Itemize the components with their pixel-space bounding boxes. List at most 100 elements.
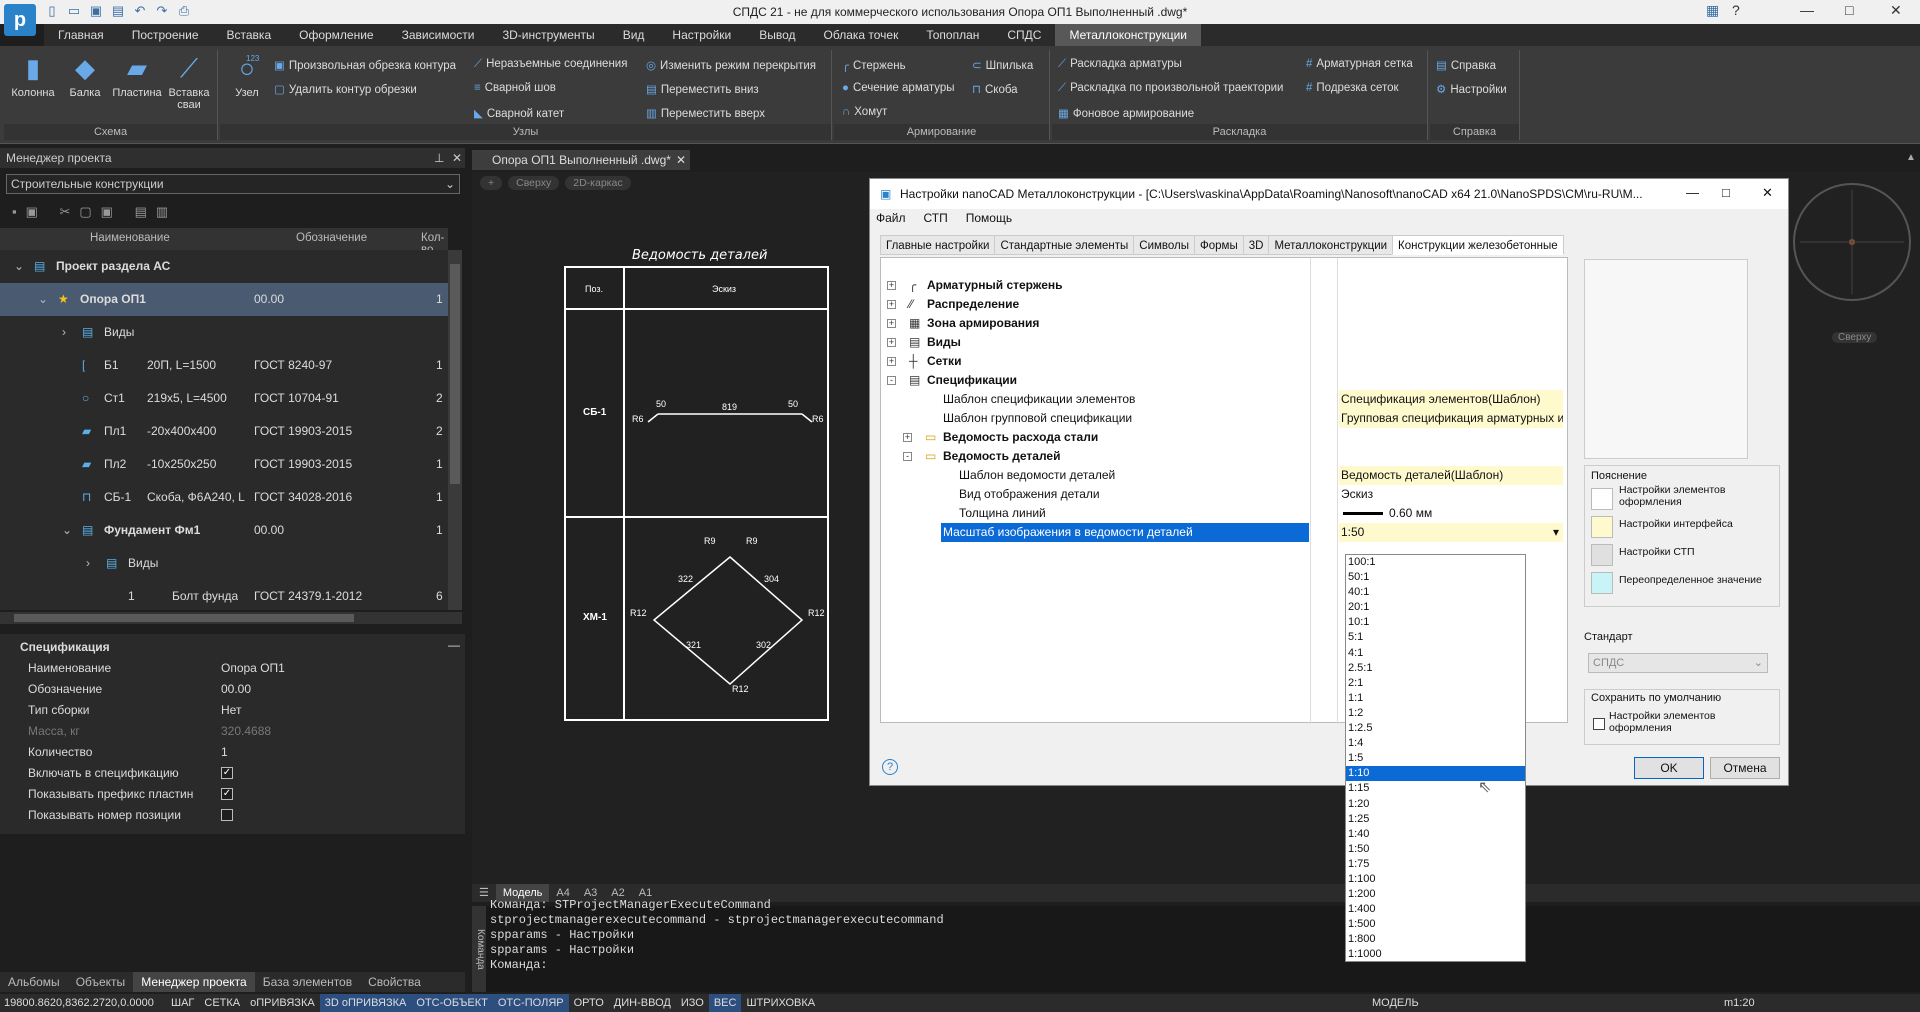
viewcube-label[interactable]: Сверху <box>1832 332 1878 343</box>
scale-option[interactable]: 1:4 <box>1346 736 1525 751</box>
expand-toggle-icon[interactable]: ⌄ <box>62 514 72 547</box>
scale-dropdown-list[interactable]: 100:1 50:1 40:1 20:1 10:1 5:1 4:1 2.5:1 2:1 1:1 1:… <box>1345 554 1526 962</box>
staple-button[interactable]: ⊓ Скоба <box>972 82 1018 96</box>
settings-button[interactable]: ⚙ Настройки <box>1436 82 1507 96</box>
scale-option[interactable]: 1:20 <box>1346 797 1525 812</box>
dialog-tab[interactable]: Формы <box>1194 235 1244 255</box>
panel-tab[interactable]: База элементов <box>255 972 360 992</box>
stirrup-button[interactable]: ∩ Хомут <box>842 106 887 118</box>
scale-option[interactable]: 1:5 <box>1346 751 1525 766</box>
expand-toggle-icon[interactable]: + <box>887 281 896 290</box>
scale-option[interactable]: 10:1 <box>1346 615 1525 630</box>
setting-row[interactable]: Шаблон ведомости деталей Ведомость детале… <box>881 466 1567 485</box>
tree-row[interactable]: › ▤ Виды <box>0 316 448 349</box>
tree-row[interactable]: › ▤ Виды <box>0 547 448 580</box>
expand-toggle-icon[interactable]: - <box>903 452 912 461</box>
scale-option[interactable]: 40:1 <box>1346 585 1525 600</box>
scale-option[interactable]: 1:15 <box>1346 781 1525 796</box>
status-toggle[interactable]: оПРИВЯЗКА <box>245 994 320 1012</box>
property-row[interactable]: Показывать номер позиции <box>0 805 465 826</box>
tree-row[interactable]: ⌄ ▤ Проект раздела АС <box>0 250 448 283</box>
setting-row[interactable]: Масштаб изображения в ведомости деталей 1… <box>881 523 1567 542</box>
dialog-tab[interactable]: Стандартные элементы <box>994 235 1135 255</box>
scale-option[interactable]: 1:500 <box>1346 917 1525 932</box>
dialog-menu-item[interactable]: Файл <box>876 211 906 225</box>
ribbon-tab[interactable]: Облака точек <box>810 24 913 46</box>
dialog-menu-item[interactable]: СТП <box>924 211 948 225</box>
expand-toggle-icon[interactable]: + <box>903 433 912 442</box>
weld-leg-button[interactable]: ◣ Сварной катет <box>474 106 564 120</box>
property-row[interactable]: Обозначение 00.00 <box>0 679 465 700</box>
setting-row[interactable]: + ⁄⁄ Распределение <box>881 295 1567 314</box>
project-toolbar[interactable]: ▪▣ ✂▢▣ ▤▥ <box>12 204 177 220</box>
ribbon-tab[interactable]: Металлоконструкции <box>1055 24 1201 46</box>
scale-option[interactable]: 4:1 <box>1346 646 1525 661</box>
property-row[interactable]: Показывать префикс пластин ✓ <box>0 784 465 805</box>
ribbon-tab[interactable]: Построение <box>118 24 213 46</box>
project-tree-hscrollbar[interactable] <box>0 612 462 624</box>
status-toggle[interactable]: ОРТО <box>569 994 609 1012</box>
expand-toggle-icon[interactable]: - <box>887 376 896 385</box>
ribbon-tab[interactable]: Зависимости <box>388 24 489 46</box>
expand-toggle-icon[interactable]: + <box>887 357 896 366</box>
column-button[interactable]: ▮ Колонна <box>8 52 58 99</box>
property-row[interactable]: Количество 1 <box>0 742 465 763</box>
scale-option[interactable]: 1:400 <box>1346 902 1525 917</box>
dialog-close-button[interactable]: ✕ <box>1762 185 1773 201</box>
ribbon-tab[interactable]: Настройки <box>658 24 745 46</box>
property-row[interactable]: Наименование Опора ОП1 <box>0 658 465 679</box>
setting-row[interactable]: Шаблон групповой спецификации Групповая с… <box>881 409 1567 428</box>
setting-row[interactable]: + ▦ Зона армирования <box>881 314 1567 333</box>
status-toggle[interactable]: ОТС-ОБЪЕКТ <box>411 994 493 1012</box>
tree-row[interactable]: ▰ Пл1 -20x400x400 ГОСТ 19903-2015 2 <box>0 415 448 448</box>
scale-option[interactable]: 1:2 <box>1346 706 1525 721</box>
move-down-button[interactable]: ▤ Переместить вниз <box>646 82 759 96</box>
expand-toggle-icon[interactable]: ⌄ <box>38 283 48 316</box>
scale-option[interactable]: 1:25 <box>1346 812 1525 827</box>
mesh-trim-button[interactable]: # Подрезка сеток <box>1306 82 1399 94</box>
status-toggle[interactable]: ДИН-ВВОД <box>609 994 676 1012</box>
weld-seam-button[interactable]: ≡ Сварной шов <box>474 82 556 94</box>
setting-value[interactable]: 0.60 мм <box>1339 504 1563 523</box>
setting-row[interactable]: Толщина линий 0.60 мм <box>881 504 1567 523</box>
panel-tab[interactable]: Менеджер проекта <box>133 972 255 992</box>
document-tab[interactable]: Опора ОП1 Выполненный .dwg* ✕ <box>472 150 690 170</box>
tabs-menu-icon[interactable]: ▲ <box>1906 152 1916 163</box>
scale-option[interactable]: 5:1 <box>1346 630 1525 645</box>
tree-row[interactable]: ⌄ ▤ Фундамент Фм1 00.00 1 <box>0 514 448 547</box>
setting-row[interactable]: - ▤ Спецификации <box>881 371 1567 390</box>
panel-tab[interactable]: Объекты <box>68 972 134 992</box>
dialog-tab[interactable]: Металлоконструкции <box>1268 235 1394 255</box>
scale-option[interactable]: 1:10 <box>1346 766 1525 782</box>
ok-button[interactable]: OK <box>1634 757 1704 779</box>
delete-trim-contour-button[interactable]: ▢ Удалить контур обрезки <box>274 82 417 96</box>
dialog-tab[interactable]: Главные настройки <box>880 235 996 255</box>
path-layout-button[interactable]: ⟋ Раскладка по произвольной траектории <box>1058 82 1283 95</box>
dialog-menu-item[interactable]: Помощь <box>966 211 1012 225</box>
status-toggle[interactable]: ВЕС <box>708 994 742 1012</box>
dialog-maximize-button[interactable]: □ <box>1722 185 1730 200</box>
model-space-indicator[interactable]: МОДЕЛЬ <box>1372 997 1419 1009</box>
cancel-button[interactable]: Отмена <box>1710 757 1780 779</box>
save-default-checkbox[interactable] <box>1593 718 1605 730</box>
ribbon-tab[interactable]: 3D-инструменты <box>488 24 608 46</box>
standard-select[interactable]: СПДС ⌄ <box>1588 653 1768 673</box>
pin-icon[interactable]: ⊥ <box>434 148 444 168</box>
move-up-button[interactable]: ▥ Переместить вверх <box>646 106 765 120</box>
expand-toggle-icon[interactable]: › <box>62 316 66 349</box>
tree-row[interactable]: [Б1 20П, L=1500 ГОСТ 8240-97 1 <box>0 349 448 382</box>
scale-option[interactable]: 2.5:1 <box>1346 661 1525 676</box>
ribbon-tab[interactable]: Топоплан <box>912 24 993 46</box>
expand-toggle-icon[interactable]: + <box>887 300 896 309</box>
scale-option[interactable]: 1:200 <box>1346 887 1525 902</box>
setting-row[interactable]: + ┼ Сетки <box>881 352 1567 371</box>
collapse-icon[interactable]: — <box>448 638 460 652</box>
tree-row[interactable]: ○ Ст1 219x5, L=4500 ГОСТ 10704-91 2 <box>0 382 448 415</box>
expand-toggle-icon[interactable]: + <box>887 338 896 347</box>
scale-option[interactable]: 1:100 <box>1346 872 1525 887</box>
tree-row[interactable]: ⊓ СБ-1 Скоба, Ф6А240, L ГОСТ 34028-2016 1 <box>0 481 448 514</box>
property-row[interactable]: Масса, кг 320.4688 <box>0 721 465 742</box>
setting-value[interactable]: Ведомость деталей(Шаблон) <box>1339 466 1563 485</box>
property-checkbox[interactable]: ✓ <box>221 767 233 779</box>
dialog-help-icon[interactable]: ? <box>882 759 898 775</box>
